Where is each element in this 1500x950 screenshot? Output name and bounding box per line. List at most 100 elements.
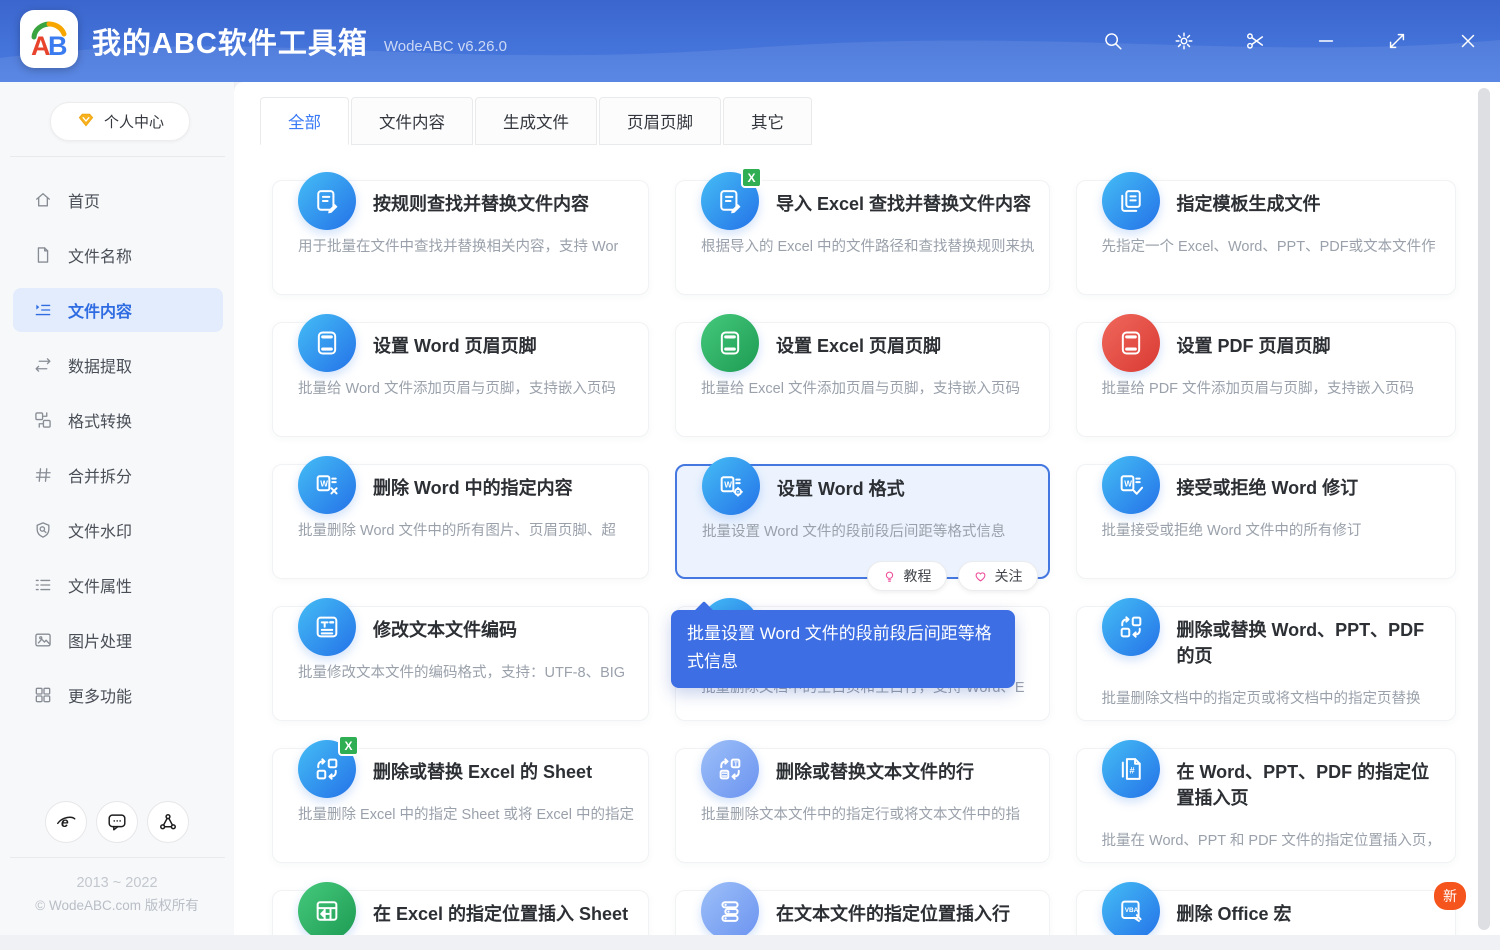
sidebar-item-data-extract[interactable]: 数据提取 bbox=[13, 343, 223, 387]
maximize-icon bbox=[1389, 33, 1405, 49]
search-icon bbox=[1105, 33, 1122, 50]
sidebar-item-label: 数据提取 bbox=[68, 359, 133, 376]
settings-button[interactable] bbox=[1172, 29, 1196, 53]
sidebar: 个人中心 首页文件名称文件内容数据提取格式转换合并拆分文件水印文件属性图片处理更… bbox=[0, 82, 235, 935]
follow-button[interactable]: 关注 bbox=[957, 561, 1038, 591]
search-button[interactable] bbox=[1101, 29, 1125, 53]
sidebar-item-label: 文件水印 bbox=[68, 524, 133, 541]
maximize-button[interactable] bbox=[1385, 29, 1409, 53]
tool-card-swap-pages-11[interactable]: 删除或替换 Word、PPT、PDF 的页 批量删除文档中的指定页或将文档中的指定… bbox=[1075, 598, 1456, 721]
tool-card-insert-lines-16[interactable]: 在文本文件的指定位置插入行 bbox=[674, 882, 1050, 935]
card-description: 批量接受或拒绝 Word 文件中的所有修订 bbox=[1101, 523, 1362, 539]
tool-card-header-footer-5[interactable]: 设置 PDF 页眉页脚 批量给 PDF 文件添加页眉与页脚，支持嵌入页码 bbox=[1075, 314, 1456, 437]
tab-其它[interactable]: 其它 bbox=[723, 97, 812, 145]
personal-center-button[interactable]: 个人中心 bbox=[50, 102, 190, 141]
vertical-scrollbar[interactable] bbox=[1478, 88, 1490, 930]
data-extract-icon bbox=[35, 358, 51, 372]
word-check-icon: W bbox=[1120, 475, 1143, 495]
tutorial-label: 教程 bbox=[903, 568, 932, 584]
new-badge: 新 bbox=[1433, 882, 1466, 910]
vip-diamond-icon bbox=[76, 110, 96, 134]
tool-card-text-encoding-9[interactable]: 修改文本文件编码 批量修改文本文件的编码格式，支持：UTF-8、BIG bbox=[272, 598, 649, 721]
settings-icon bbox=[1175, 32, 1193, 50]
tool-card-docs-stack-2[interactable]: 指定模板生成文件 先指定一个 Excel、Word、PPT、PDF或文本文件作 bbox=[1075, 172, 1456, 295]
word-gear-icon: W bbox=[720, 476, 743, 497]
sidebar-item-file-attr[interactable]: 文件属性 bbox=[13, 563, 223, 607]
svg-text:T: T bbox=[734, 761, 738, 768]
text-encoding-icon bbox=[298, 598, 356, 656]
tool-card-insert-sheet-15[interactable]: 在 Excel 的指定位置插入 Sheet bbox=[272, 882, 649, 935]
header-footer-icon bbox=[700, 314, 759, 372]
sidebar-item-file-content[interactable]: 文件内容 bbox=[13, 288, 223, 332]
swap-pages-icon bbox=[1120, 616, 1141, 638]
sidebar-item-label: 文件名称 bbox=[68, 249, 133, 266]
tool-card-word-check-8[interactable]: W 接受或拒绝 Word 修订批量接受或拒绝 Word 文件中的所有修订 bbox=[1075, 456, 1456, 579]
tool-card-word-x-6[interactable]: W 删除 Word 中的指定内容 批量删除 Word 文件中的所有图片、页眉页脚、超 bbox=[272, 456, 649, 579]
header-footer-icon bbox=[720, 331, 740, 355]
sidebar-menu: 首页文件名称文件内容数据提取格式转换合并拆分文件水印文件属性图片处理更多功能 bbox=[13, 178, 223, 728]
card-description: 批量在 Word、PPT 和 PDF 文件的指定位置插入页， bbox=[1101, 833, 1441, 849]
browser-link-button[interactable]: e bbox=[45, 801, 87, 843]
tool-card-office-macro-17[interactable]: VBA 删除 Office 宏 新 bbox=[1075, 882, 1466, 935]
watermark-icon bbox=[36, 522, 50, 538]
scissors-button[interactable] bbox=[1243, 29, 1267, 53]
sidebar-item-format-convert[interactable]: 格式转换 bbox=[13, 398, 223, 442]
image-process-icon bbox=[33, 630, 53, 650]
chat-link-button[interactable] bbox=[96, 801, 138, 843]
swap-pages-icon bbox=[316, 758, 338, 780]
tab-生成文件[interactable]: 生成文件 bbox=[475, 97, 597, 145]
heart-icon bbox=[973, 569, 988, 584]
tool-card-swap-lines-13[interactable]: T 删除或替换文本文件的行 批量删除文本文件中的指定行或将文本文件中的指 bbox=[674, 740, 1050, 863]
card-action-pills: 教程 关注 bbox=[866, 561, 1038, 591]
file-attr-icon bbox=[33, 575, 53, 595]
card-title: 删除或替换文本文件的行 bbox=[775, 762, 974, 782]
sidebar-item-more[interactable]: 更多功能 bbox=[13, 673, 223, 717]
bulb-icon bbox=[885, 571, 893, 582]
tool-card-doc-edit-0[interactable]: 按规则查找并替换文件内容 用于批量在文件中查找并替换相关内容，支持 Wor bbox=[272, 172, 649, 295]
tab-页眉页脚[interactable]: 页眉页脚 bbox=[599, 97, 721, 145]
insert-sheet-icon bbox=[316, 901, 338, 921]
sidebar-item-image-process[interactable]: 图片处理 bbox=[13, 618, 223, 662]
card-description: 批量设置 Word 文件的段前段后间距等格式信息 bbox=[701, 524, 1006, 540]
minimize-button[interactable] bbox=[1314, 29, 1338, 53]
tool-card-swap-pages-12[interactable]: X 删除或替换 Excel 的 Sheet 批量删除 Excel 中的指定 Shee… bbox=[272, 735, 649, 863]
sidebar-item-file-name[interactable]: 文件名称 bbox=[13, 233, 223, 277]
main-panel: 全部 文件内容 生成文件 页眉页脚 其它 按规则查找并替换文件内容 用于批量在文件中查找并… bbox=[234, 82, 1500, 935]
chat-icon bbox=[108, 814, 126, 831]
card-title: 接受或拒绝 Word 修订 bbox=[1176, 478, 1359, 498]
sidebar-item-label: 更多功能 bbox=[68, 689, 133, 706]
file-content-icon bbox=[35, 304, 51, 316]
card-title: 按规则查找并替换文件内容 bbox=[373, 194, 589, 214]
card-description: 根据导入的 Excel 中的文件路径和查找替换规则来执 bbox=[700, 239, 1035, 255]
svg-text:e: e bbox=[61, 815, 69, 830]
scissors-icon bbox=[1247, 33, 1264, 49]
tool-card-header-footer-3[interactable]: 设置 Word 页眉页脚 批量给 Word 文件添加页眉与页脚，支持嵌入页码 bbox=[272, 314, 649, 437]
tool-card-header-footer-4[interactable]: 设置 Excel 页眉页脚 批量给 Excel 文件添加页眉与页脚，支持嵌入页码 bbox=[674, 314, 1050, 437]
close-button[interactable] bbox=[1456, 29, 1480, 53]
sidebar-item-label: 格式转换 bbox=[68, 414, 133, 431]
doc-edit-icon bbox=[720, 190, 741, 214]
share-link-button[interactable] bbox=[147, 801, 189, 843]
sidebar-item-home[interactable]: 首页 bbox=[13, 178, 223, 222]
card-description: 批量删除文档中的指定页或将文档中的指定页替换 bbox=[1101, 691, 1421, 707]
card-description: 批量修改文本文件的编码格式，支持：UTF-8、BIG bbox=[298, 665, 626, 681]
word-x-icon: W bbox=[298, 456, 356, 514]
tool-card-doc-edit-1[interactable]: X 导入 Excel 查找并替换文件内容 根据导入的 Excel 中的文件路径和查找… bbox=[674, 167, 1050, 295]
card-title: 设置 Excel 页眉页脚 bbox=[775, 336, 942, 356]
card-title: 在文本文件的指定位置插入行 bbox=[775, 904, 1010, 924]
word-check-icon: W bbox=[1101, 456, 1160, 514]
sidebar-item-watermark[interactable]: 文件水印 bbox=[13, 508, 223, 552]
svg-text:VBA: VBA bbox=[1124, 907, 1138, 914]
tutorial-button[interactable]: 教程 bbox=[866, 561, 947, 591]
tab-文件内容[interactable]: 文件内容 bbox=[351, 97, 473, 145]
tool-card-insert-page-14[interactable]: # 在 Word、PPT、PDF 的指定位置插入页 批量在 Word、PPT 和 P… bbox=[1075, 740, 1456, 863]
tab-全部[interactable]: 全部 bbox=[260, 97, 349, 145]
card-description: 先指定一个 Excel、Word、PPT、PDF或文本文件作 bbox=[1101, 239, 1436, 255]
copyright-years: 2013 ~ 2022 bbox=[76, 875, 158, 891]
sidebar-item-merge-split[interactable]: 合并拆分 bbox=[13, 453, 223, 497]
tool-card-word-gear-7[interactable]: W 设置 Word 格式 批量设置 Word 文件的段前段后间距等格式信息 教程 关注 bbox=[674, 457, 1050, 591]
svg-text:#: # bbox=[1129, 765, 1135, 775]
insert-page-icon: # bbox=[1121, 758, 1141, 780]
swap-pages-icon: X bbox=[298, 735, 359, 798]
close-icon bbox=[1461, 34, 1475, 48]
